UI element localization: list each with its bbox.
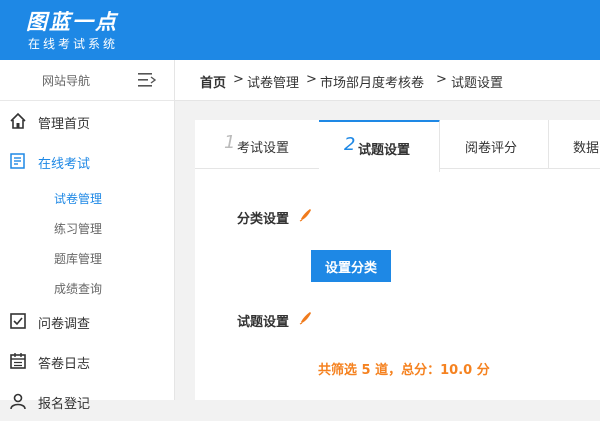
- register-icon: [10, 393, 26, 410]
- breadcrumb-paper-management[interactable]: 试卷管理: [247, 72, 299, 91]
- sidebar-item-dashboard[interactable]: 管理首页: [0, 101, 174, 141]
- checkbox-icon: [10, 313, 26, 329]
- sidebar-subitem-paper-management[interactable]: 试卷管理: [54, 190, 102, 207]
- logo-title: 图蓝一点: [26, 10, 118, 34]
- tab-number: 2: [344, 134, 356, 155]
- tab-label: 阅卷评分: [465, 141, 518, 156]
- question-settings-label: 试题设置: [237, 315, 290, 330]
- breadcrumb-home[interactable]: 首页: [200, 72, 226, 91]
- breadcrumb-paper-name[interactable]: 市场部月度考核卷: [320, 72, 424, 91]
- sidebar-item-registration[interactable]: 报名登记: [0, 381, 174, 421]
- menu-toggle-icon[interactable]: [138, 72, 156, 88]
- sidebar-item-label: 问卷调查: [38, 317, 91, 332]
- breadcrumb: 首页 > 试卷管理 > 市场部月度考核卷 > 试题设置: [175, 60, 600, 101]
- sidebar-header: 网站导航: [0, 60, 174, 101]
- sidebar-item-answer-log[interactable]: 答卷日志: [0, 341, 174, 381]
- breadcrumb-separator: >: [436, 72, 447, 87]
- tab-number: 1: [224, 132, 236, 153]
- nav-label: 网站导航: [42, 74, 91, 88]
- tab-label: 试题设置: [358, 143, 411, 158]
- logo-subtitle: 在线考试系统: [28, 37, 119, 51]
- content-panel: 1 考试设置 2 试题设置 阅卷评分 数据 分类设置 设置分类 试题设置 共筛选…: [195, 120, 600, 400]
- main-area: 首页 > 试卷管理 > 市场部月度考核卷 > 试题设置 1 考试设置 2 试题设…: [175, 60, 600, 400]
- sidebar-item-label: 报名登记: [38, 397, 91, 412]
- home-icon: [10, 112, 26, 129]
- breadcrumb-current: 试题设置: [451, 76, 504, 91]
- sidebar-item-survey[interactable]: 问卷调查: [0, 301, 174, 341]
- sidebar-subitem-score-query[interactable]: 成绩查询: [54, 280, 102, 297]
- exam-icon: [10, 153, 25, 169]
- breadcrumb-separator: >: [233, 72, 244, 87]
- sidebar-subitem-practice-management[interactable]: 练习管理: [54, 220, 102, 237]
- pen-icon: [299, 312, 311, 325]
- tab-data[interactable]: 数据: [548, 120, 600, 168]
- sidebar-item-label: 管理首页: [38, 117, 91, 132]
- sidebar-item-label: 在线考试: [38, 157, 91, 172]
- tab-bar: 1 考试设置 2 试题设置 阅卷评分 数据: [195, 120, 600, 172]
- set-category-button[interactable]: 设置分类: [311, 250, 391, 282]
- tab-question-settings[interactable]: 2 试题设置: [319, 120, 440, 172]
- calendar-icon: [10, 353, 26, 369]
- sidebar-item-label: 答卷日志: [38, 357, 91, 372]
- tab-label: 数据: [573, 141, 600, 156]
- pen-icon: [299, 209, 311, 222]
- tab-grading[interactable]: 阅卷评分: [439, 120, 549, 168]
- tab-exam-settings[interactable]: 1 考试设置: [195, 120, 320, 168]
- question-summary-text: 共筛选 5 道，总分：10.0 分: [318, 363, 490, 378]
- breadcrumb-separator: >: [306, 72, 317, 87]
- tab-label: 考试设置: [237, 141, 290, 156]
- sidebar: 网站导航 管理首页 在线考试 试卷管理 练习管理 题库管理 成绩查询 问卷调查 …: [0, 60, 175, 412]
- sidebar-subitem-question-bank[interactable]: 题库管理: [54, 250, 102, 267]
- app-header: 图蓝一点 在线考试系统: [0, 0, 600, 60]
- sidebar-item-online-exam[interactable]: 在线考试: [0, 141, 174, 181]
- category-settings-label: 分类设置: [237, 212, 290, 227]
